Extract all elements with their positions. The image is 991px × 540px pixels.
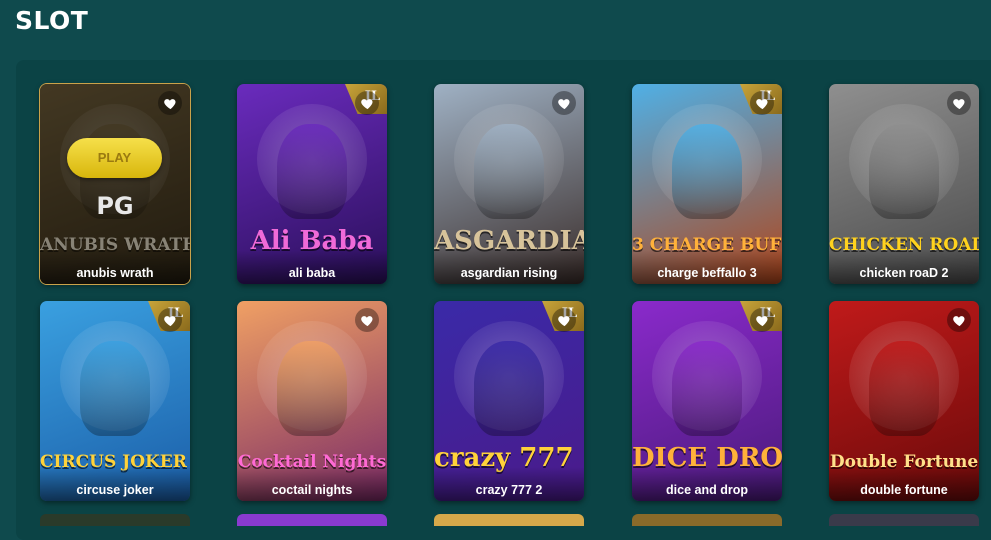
heart-icon[interactable] — [158, 308, 182, 332]
game-name: anubis wrath — [40, 250, 190, 284]
game-card[interactable]: CHICKEN ROAD 2chicken roaD 2 — [829, 84, 979, 284]
play-button[interactable]: PLAY — [67, 138, 162, 178]
heart-shape — [360, 315, 373, 326]
heart-shape — [952, 98, 965, 109]
section-title: SLOT — [15, 6, 89, 35]
provider-label: PG — [96, 192, 134, 220]
heart-shape — [755, 98, 768, 109]
game-name: crazy 777 2 — [434, 467, 584, 501]
heart-icon[interactable] — [158, 91, 182, 115]
game-card-partial[interactable] — [434, 514, 584, 526]
game-name: asgardian rising — [434, 250, 584, 284]
game-card[interactable]: ANUBIS WRATH PLAY PG anubis wrath — [39, 83, 191, 285]
game-name: ali baba — [237, 250, 387, 284]
game-card[interactable]: CIRCUS JOKER 4096JLcircuse joker — [40, 301, 190, 501]
game-card-partial[interactable] — [237, 514, 387, 526]
game-name: chicken roaD 2 — [829, 250, 979, 284]
heart-shape — [163, 315, 176, 326]
game-card[interactable]: 3 CHARGE BUFFALOJLcharge beffallo 3 — [632, 84, 782, 284]
heart-icon[interactable] — [750, 91, 774, 115]
heart-shape — [360, 98, 373, 109]
game-card[interactable]: crazy 777 2JLcrazy 777 2 — [434, 301, 584, 501]
game-name: coctail nights — [237, 467, 387, 501]
game-card[interactable]: Double Fortune double fortune — [829, 301, 979, 501]
heart-shape — [557, 98, 570, 109]
game-card[interactable]: ASGARDIANasgardian rising — [434, 84, 584, 284]
game-card-partial[interactable] — [632, 514, 782, 526]
heart-icon[interactable] — [355, 91, 379, 115]
game-name: circuse joker — [40, 467, 190, 501]
game-card[interactable]: Cocktail Nights coctail nights — [237, 301, 387, 501]
heart-icon[interactable] — [552, 308, 576, 332]
game-name: charge beffallo 3 — [632, 250, 782, 284]
heart-shape — [755, 315, 768, 326]
heart-icon[interactable] — [355, 308, 379, 332]
heart-icon[interactable] — [750, 308, 774, 332]
heart-shape — [557, 315, 570, 326]
heart-icon[interactable] — [552, 91, 576, 115]
game-card[interactable]: DICE DROPJLdice and drop — [632, 301, 782, 501]
heart-shape — [952, 315, 965, 326]
game-card[interactable]: Ali Baba JL ali baba — [237, 84, 387, 284]
game-card-partial[interactable] — [829, 514, 979, 526]
game-name: dice and drop — [632, 467, 782, 501]
game-name: double fortune — [829, 467, 979, 501]
heart-icon[interactable] — [947, 308, 971, 332]
heart-icon[interactable] — [947, 91, 971, 115]
heart-shape — [163, 98, 176, 109]
game-card-partial[interactable] — [40, 514, 190, 526]
